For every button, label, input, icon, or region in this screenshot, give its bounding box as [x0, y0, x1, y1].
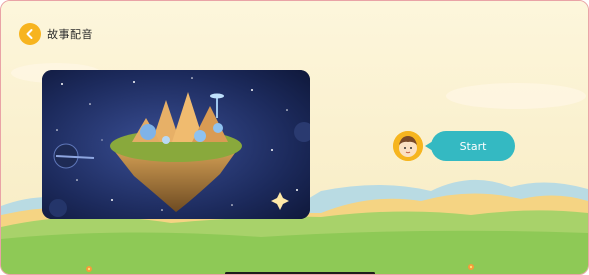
back-button[interactable] [19, 23, 41, 45]
flower-icon [468, 264, 474, 270]
kid-avatar [393, 131, 423, 161]
header-bar: 故事配音 [19, 21, 93, 47]
story-thumbnail[interactable] [42, 70, 310, 219]
page-title: 故事配音 [47, 28, 93, 41]
back-arrow-icon [26, 29, 33, 39]
start-bubble[interactable]: Start [425, 131, 515, 161]
app-screen: 故事配音 Start [0, 0, 589, 275]
start-button[interactable]: Start [431, 131, 515, 161]
floating-island-space-illustration [42, 70, 310, 219]
flower-icon [86, 266, 92, 272]
kid-avatar-icon [393, 131, 423, 161]
